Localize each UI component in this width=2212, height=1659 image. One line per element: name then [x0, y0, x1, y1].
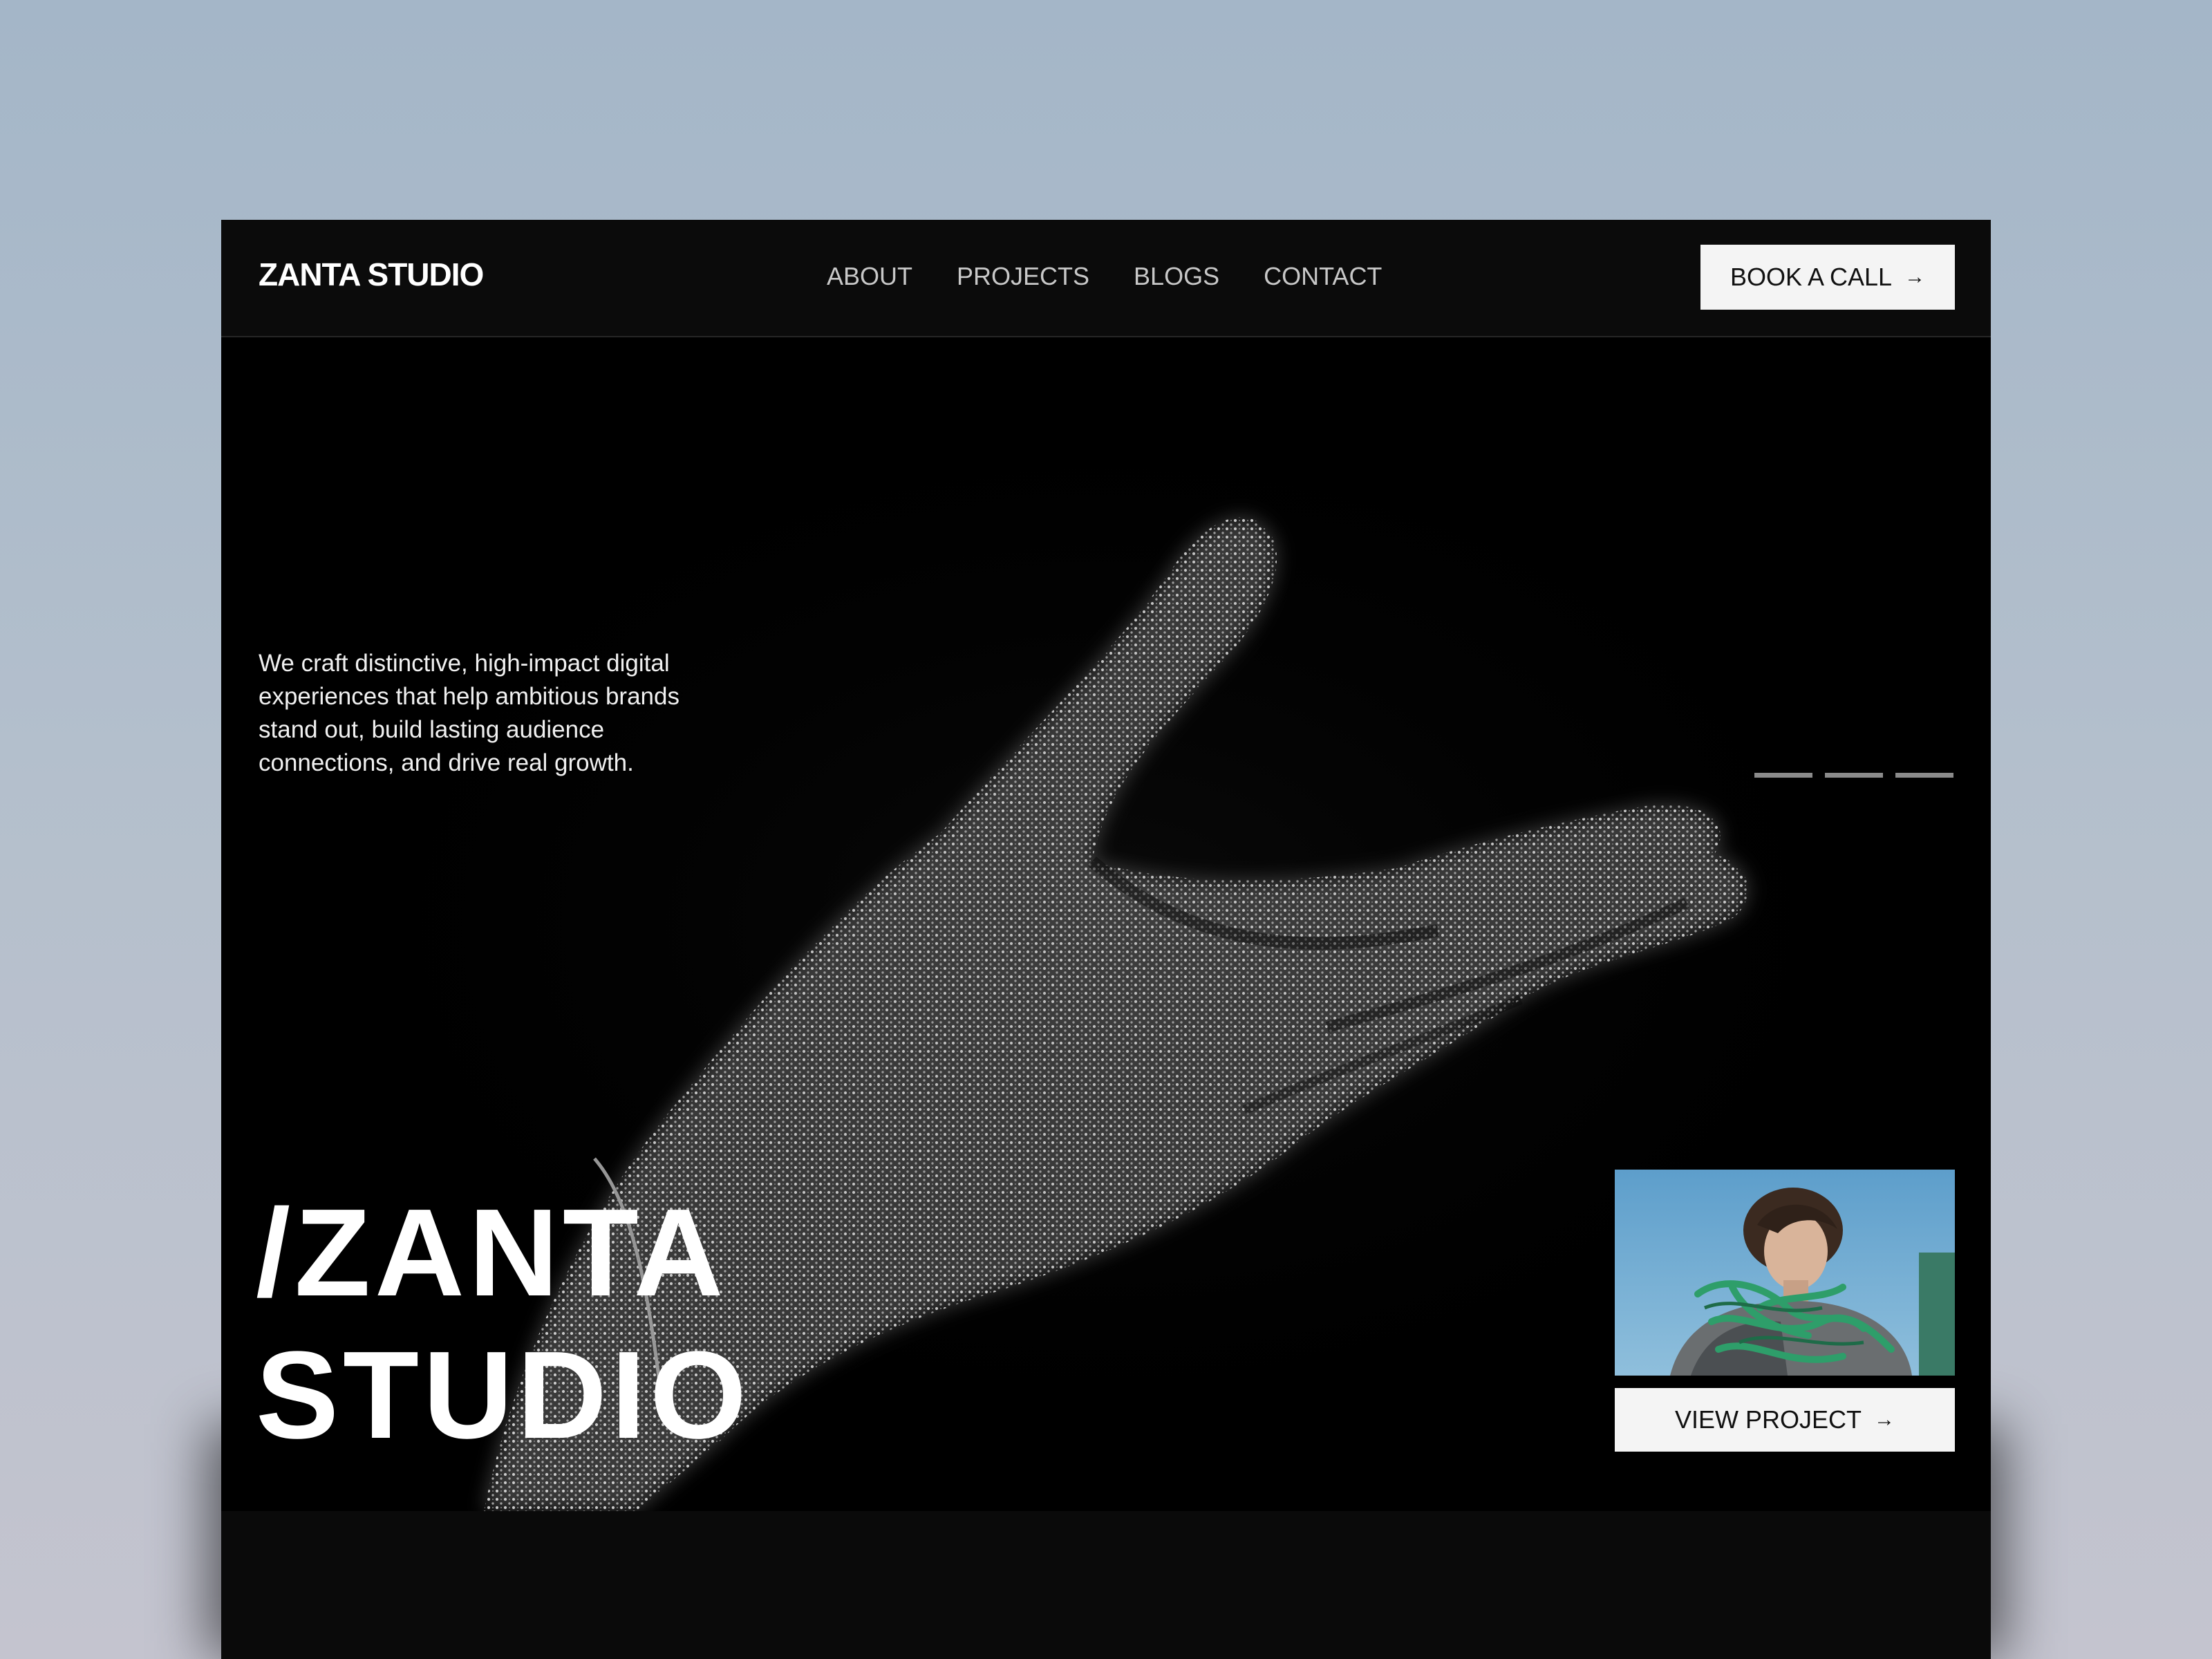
nav-item-blogs[interactable]: BLOGS: [1134, 264, 1219, 289]
slider-indicator[interactable]: [1895, 773, 1953, 778]
hero-title-line-2: STUDIO: [256, 1326, 751, 1465]
view-project-label: VIEW PROJECT: [1674, 1405, 1862, 1434]
book-a-call-button[interactable]: BOOK A CALL →: [1700, 245, 1955, 310]
website-mockup: ZANTA STUDIO ABOUT PROJECTS BLOGS CONTAC…: [221, 220, 1991, 1659]
slider-indicator[interactable]: [1754, 773, 1812, 778]
nav-item-about[interactable]: ABOUT: [827, 264, 912, 289]
nav-item-contact[interactable]: CONTACT: [1264, 264, 1382, 289]
hero-intro-text: We craft distinctive, high-impact digita…: [259, 650, 679, 776]
slider-indicators: [1754, 773, 1953, 778]
site-logo[interactable]: ZANTA STUDIO: [259, 259, 484, 290]
main-menu: ABOUT PROJECTS BLOGS CONTACT: [827, 264, 1382, 289]
arrow-right-icon: →: [1904, 265, 1926, 288]
page-bottom: [221, 1511, 1991, 1659]
hero-title-line-1: /ZANTA: [256, 1183, 728, 1322]
top-navigation: ZANTA STUDIO ABOUT PROJECTS BLOGS CONTAC…: [221, 220, 1991, 337]
book-a-call-label: BOOK A CALL: [1730, 263, 1893, 291]
arrow-right-icon: →: [1874, 1408, 1895, 1431]
hero-title: /ZANTA STUDIO: [256, 1182, 751, 1467]
view-project-button[interactable]: VIEW PROJECT →: [1615, 1388, 1955, 1452]
slider-indicator[interactable]: [1825, 773, 1883, 778]
nav-item-projects[interactable]: PROJECTS: [957, 264, 1089, 289]
project-thumbnail[interactable]: [1615, 1170, 1955, 1376]
